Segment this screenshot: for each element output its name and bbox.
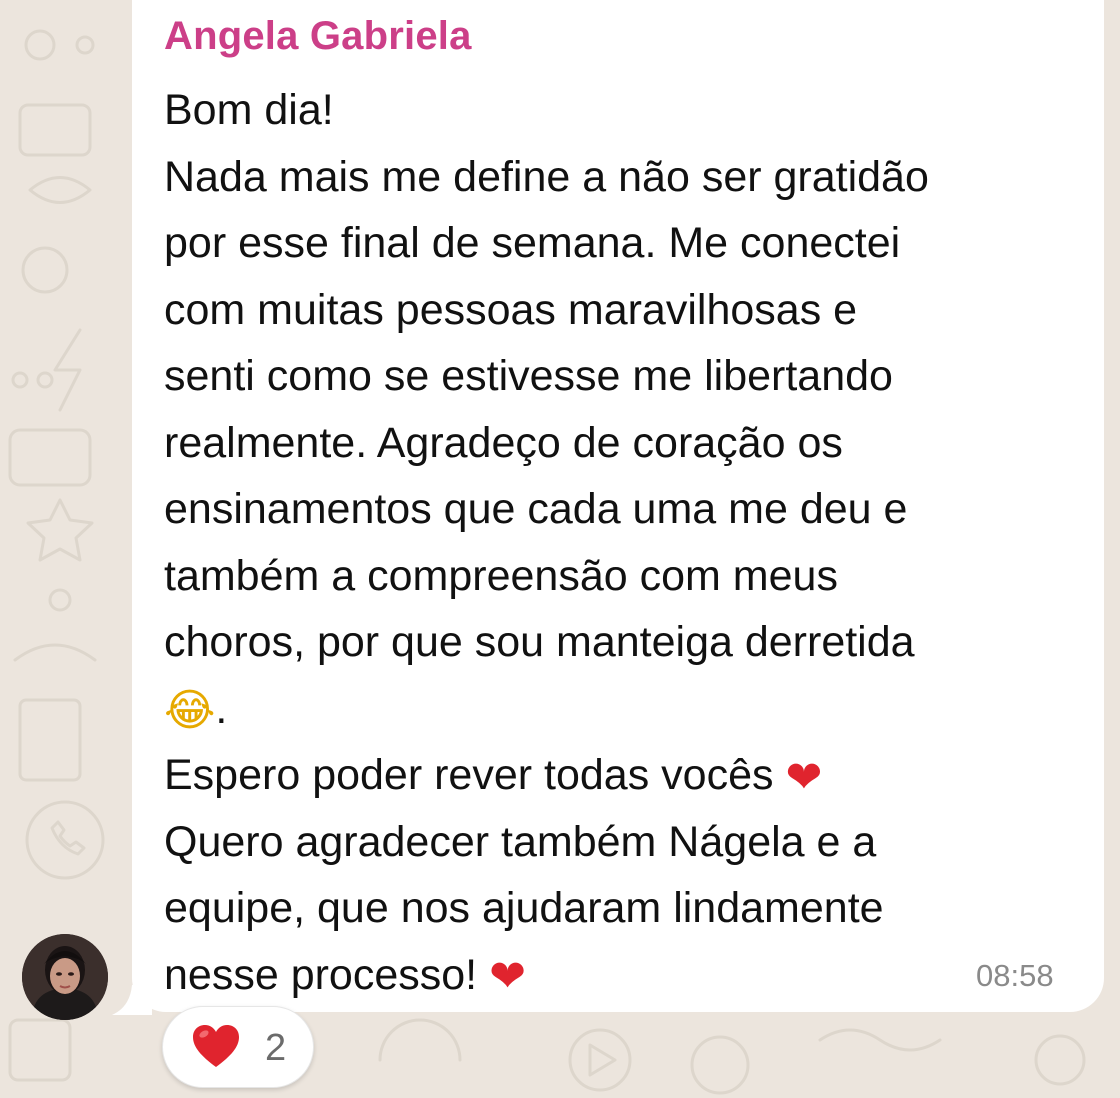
message-line-with-heart: nesse processo! ❤ [164, 942, 1084, 1009]
heart-icon: ❤ [785, 751, 823, 803]
tears-of-joy-emoji-icon: 😂 [164, 685, 216, 737]
message-text: Bom dia! Nada mais me define a não ser g… [164, 77, 1084, 1008]
message-line: senti como se estivesse me libertando [164, 352, 893, 400]
incoming-message-row: Angela Gabriela Bom dia! Nada mais me de… [0, 0, 1120, 1098]
message-line: Nada mais me define a não ser gratidão [164, 152, 929, 201]
sender-name[interactable]: Angela Gabriela [164, 14, 472, 59]
message-line: ensinamentos que cada uma me deu e [164, 485, 908, 533]
reaction-count: 2 [265, 1027, 287, 1069]
message-line: também a compreensão com meus [164, 551, 838, 600]
message-line: equipe, que nos ajudaram lindamente [164, 884, 884, 932]
reaction-pill[interactable]: 2 [162, 1006, 314, 1088]
avatar-portrait-icon [22, 934, 108, 1020]
heart-icon: ❤ [489, 951, 526, 1003]
message-line: por esse final de semana. Me conectei [164, 219, 901, 267]
sender-avatar[interactable] [22, 934, 108, 1020]
heart-icon [193, 1025, 239, 1067]
message-period: . [215, 684, 228, 733]
message-line: Espero poder rever todas vocês [164, 751, 774, 799]
message-line: com muitas pessoas maravilhosas e [164, 285, 858, 334]
message-line: Bom dia! [164, 86, 334, 134]
message-line: Quero agradecer também Nágela e a [164, 817, 877, 866]
message-line-with-heart: Espero poder rever todas vocês ❤ [164, 742, 1084, 809]
message-timestamp: 08:58 [976, 958, 1054, 993]
message-line: nesse processo! [164, 950, 478, 999]
message-line: choros, por que sou manteiga derretida [164, 618, 915, 666]
message-line: realmente. Agradeço de coração os [164, 418, 843, 467]
message-line-emoji: 😂. [164, 676, 1084, 743]
